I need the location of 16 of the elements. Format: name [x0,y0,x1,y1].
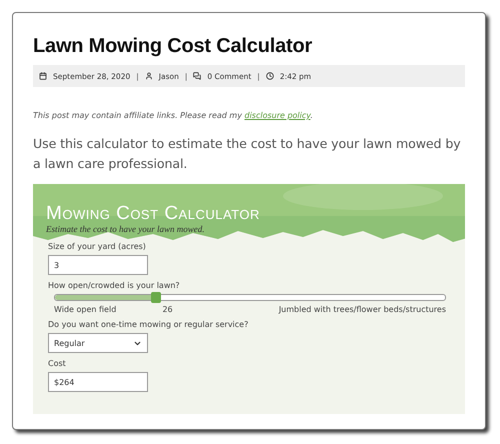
field-label: How open/crowded is your lawn? [48,281,181,290]
min-label: Wide open field [54,305,116,314]
input-field[interactable]: $264 [48,372,148,392]
field-label: Size of your yard (acres) [48,242,147,251]
disclaimer-text: This post may contain affiliate links. Please read my disclosure policy. [33,111,314,120]
slider-value: 26 [162,305,173,314]
calculator-subtitle: Estimate the cost to have your lawn mowed. [46,224,206,234]
select-dropdown[interactable]: Regular [48,333,148,353]
post-title: Lawn Mowing Cost Calculator [33,35,314,58]
input-field[interactable]: 3 [48,255,148,275]
field-label: Cost [48,359,67,368]
calculator-title: Mowing Cost Calculator [46,204,261,224]
max-label: Jumbled with trees/flower beds/structures [278,305,446,314]
field-label: Do you want one-time mowing or regular service? [48,320,250,329]
intro-text: Use this calculator to estimate the cost to have your lawn mowed by a lawn care professional. [33,135,462,173]
disclosure-link[interactable]: disclosure policy [244,111,310,120]
